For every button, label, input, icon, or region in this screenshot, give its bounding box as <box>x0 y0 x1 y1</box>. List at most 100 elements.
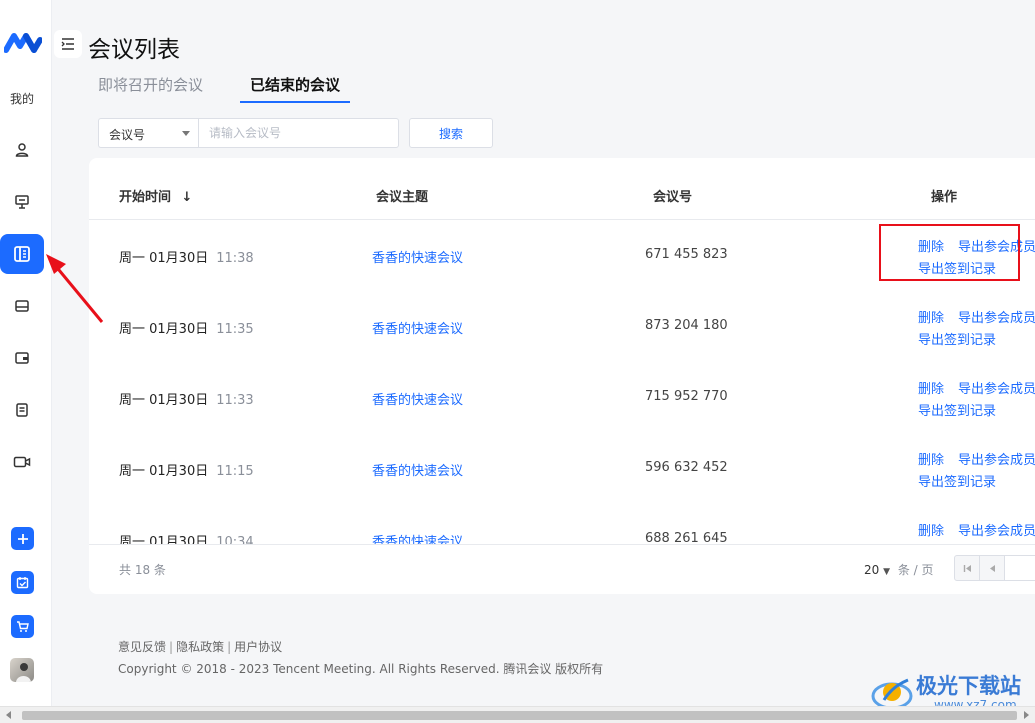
delete-link[interactable]: 删除 <box>918 311 944 326</box>
delete-link[interactable]: 删除 <box>918 240 944 255</box>
scrollbar-thumb[interactable] <box>22 711 1017 720</box>
table-header: 开始时间 ↓ 会议主题 会议号 操作 <box>89 158 1035 220</box>
nav-webinar[interactable] <box>0 182 44 222</box>
row-actions: 删除导出参会成员 导出签到记录 <box>918 236 1035 277</box>
first-page-icon <box>963 564 971 572</box>
tab-ended[interactable]: 已结束的会议 <box>240 74 351 103</box>
start-time: 11:35 <box>216 322 254 337</box>
device-icon <box>15 300 29 312</box>
nav-documents[interactable] <box>0 390 44 430</box>
nav-meeting-list[interactable] <box>0 234 44 274</box>
export-signin-link[interactable]: 导出签到记录 <box>918 333 996 348</box>
export-members-link[interactable]: 导出参会成员 <box>958 524 1035 539</box>
page-size-unit: 条 / 页 <box>897 563 934 577</box>
avatar[interactable] <box>10 658 34 682</box>
page-number-input[interactable] <box>1005 556 1035 580</box>
copyright: Copyright © 2018 - 2023 Tencent Meeting.… <box>118 662 604 676</box>
column-actions: 操作 <box>931 190 958 205</box>
nav-wallet[interactable] <box>0 338 44 378</box>
table-body: 周一 01月30日 11:38 香香的快速会议 671 455 823 删除 导出参… <box>89 220 1035 544</box>
total-count: 共 18 条 <box>119 563 166 577</box>
first-page-button[interactable] <box>955 556 980 580</box>
meeting-id-cell: 596 632 452 <box>645 460 728 475</box>
page-size-select[interactable]: 20 ▼ 条 / 页 <box>864 561 934 578</box>
tab-upcoming[interactable]: 即将召开的会议 <box>98 74 203 95</box>
table-footer: 共 18 条 20 ▼ 条 / 页 <box>89 544 1035 594</box>
calendar-check-icon <box>16 577 29 589</box>
meeting-list-icon <box>14 246 30 262</box>
nav-profile[interactable] <box>0 130 44 170</box>
export-members-link[interactable]: 导出参会成员 <box>958 311 1035 326</box>
meeting-topic-link[interactable]: 香香的快速会议 <box>372 389 463 408</box>
start-time-cell: 周一 01月30日 11:15 <box>119 460 254 479</box>
search-type-select[interactable]: 会议号 <box>98 118 198 148</box>
table-row: 周一 01月30日 11:33 香香的快速会议 715 952 770 删除 导出参… <box>89 362 1035 433</box>
my-label: 我的 <box>9 92 34 106</box>
wallet-icon <box>15 352 29 364</box>
store-button[interactable] <box>11 615 34 638</box>
meeting-id-cell: 671 455 823 <box>645 247 728 262</box>
schedule-button[interactable] <box>11 571 34 594</box>
export-members-link[interactable]: 导出参会成员 <box>958 453 1035 468</box>
chevron-down-icon: ▼ <box>883 567 891 577</box>
scroll-left-icon[interactable] <box>6 711 11 719</box>
row-actions: 删除导出参会成员 导出签到记录 <box>918 378 1035 419</box>
row-actions: 删除导出参会成员 导出签到记录 <box>918 307 1035 348</box>
column-start-time-label: 开始时间 <box>119 190 172 205</box>
column-start-time[interactable]: 开始时间 ↓ <box>119 186 192 205</box>
export-signin-link[interactable]: 导出签到记录 <box>918 404 996 419</box>
sidebar: 我的 <box>0 0 52 706</box>
prev-page-button[interactable] <box>980 556 1005 580</box>
nav-devices[interactable] <box>0 286 44 326</box>
column-topic: 会议主题 <box>376 190 429 205</box>
tencent-meeting-logo-icon[interactable] <box>4 30 42 56</box>
add-button[interactable] <box>11 527 34 550</box>
pager <box>954 555 1035 581</box>
avatar-image-icon <box>16 663 31 682</box>
start-day: 周一 01月30日 <box>119 251 209 266</box>
start-time: 11:33 <box>216 393 254 408</box>
row-actions: 删除导出参会成员 导出签到记录 <box>918 520 1035 544</box>
search-input[interactable] <box>198 118 399 148</box>
video-icon <box>13 456 31 468</box>
start-day: 周一 01月30日 <box>119 393 209 408</box>
table-row: 周一 01月30日 11:15 香香的快速会议 596 632 452 删除 导出参… <box>89 433 1035 504</box>
user-icon <box>15 143 29 157</box>
row-actions: 删除导出参会成员 导出签到记录 <box>918 449 1035 490</box>
watermark-text: 极光下载站 <box>916 674 1021 698</box>
meeting-id-cell: 688 261 645 <box>645 531 728 544</box>
delete-link[interactable]: 删除 <box>918 524 944 539</box>
meeting-topic-link[interactable]: 香香的快速会议 <box>372 460 463 479</box>
chevron-down-icon <box>182 131 190 136</box>
collapse-sidebar-button[interactable] <box>54 30 82 58</box>
start-time-cell: 周一 01月30日 11:33 <box>119 389 254 408</box>
nav-recordings[interactable] <box>0 442 44 482</box>
start-time-cell: 周一 01月30日 11:35 <box>119 318 254 337</box>
start-time-cell: 周一 01月30日 11:38 <box>119 247 254 266</box>
meeting-topic-link[interactable]: 香香的快速会议 <box>372 318 463 337</box>
page-title: 会议列表 <box>88 37 180 63</box>
export-signin-link[interactable]: 导出签到记录 <box>918 475 996 490</box>
page-size-value: 20 <box>864 563 880 577</box>
search-type-value: 会议号 <box>109 128 146 142</box>
table-row: 周一 01月30日 11:38 香香的快速会议 671 455 823 删除 导出参… <box>89 220 1035 291</box>
meeting-id-cell: 873 204 180 <box>645 318 728 333</box>
meeting-topic-link[interactable]: 香香的快速会议 <box>372 531 463 544</box>
delete-link[interactable]: 删除 <box>918 453 944 468</box>
horizontal-scrollbar[interactable] <box>0 706 1035 723</box>
delete-link[interactable]: 删除 <box>918 382 944 397</box>
start-day: 周一 01月30日 <box>119 464 209 479</box>
scroll-right-icon[interactable] <box>1024 711 1029 719</box>
privacy-link[interactable]: 隐私政策 <box>176 640 224 654</box>
export-signin-link[interactable]: 导出签到记录 <box>918 262 996 277</box>
terms-link[interactable]: 用户协议 <box>234 640 282 654</box>
table-row: 周一 01月30日 10:34 香香的快速会议 688 261 645 删除 导出参… <box>89 504 1035 544</box>
export-members-link[interactable]: 导出参会成员 <box>958 240 1035 255</box>
export-members-link[interactable]: 导出参会成员 <box>958 382 1035 397</box>
table-row: 周一 01月30日 11:35 香香的快速会议 873 204 180 删除 导出参… <box>89 291 1035 362</box>
search-button[interactable]: 搜索 <box>409 118 493 148</box>
start-time: 11:38 <box>216 251 254 266</box>
start-time: 10:34 <box>216 535 254 544</box>
feedback-link[interactable]: 意见反馈 <box>118 640 166 654</box>
meeting-topic-link[interactable]: 香香的快速会议 <box>372 247 463 266</box>
